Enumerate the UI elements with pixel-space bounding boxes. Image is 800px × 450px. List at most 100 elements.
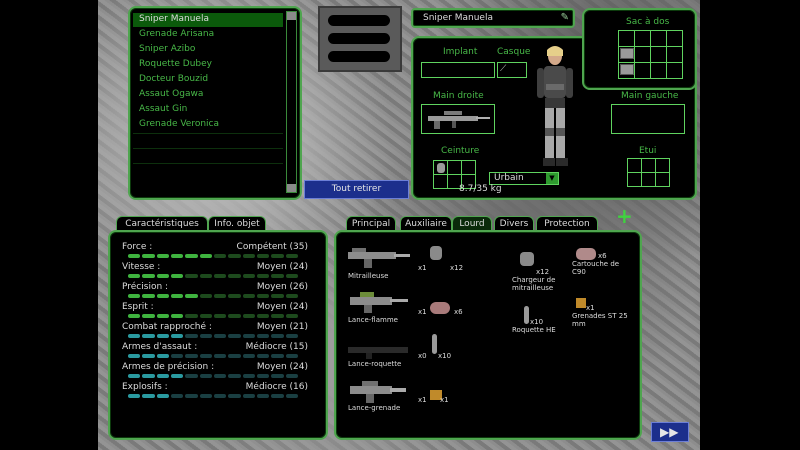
stat-bar — [128, 314, 298, 318]
backpack-cell[interactable] — [667, 31, 683, 47]
roster-item[interactable]: Assaut Gin — [133, 103, 283, 117]
tab-principal[interactable]: Principal — [346, 216, 396, 231]
stat-rating: Médiocre (16) — [245, 382, 308, 392]
store-panel: Mitrailleuse x1 x12 Lance-flamme x1 x6 L… — [334, 230, 642, 440]
backpack-cell[interactable] — [635, 63, 651, 79]
roster-item-label: Docteur Bouzid — [139, 74, 209, 84]
stat-bar — [128, 354, 298, 358]
ammo-count: x6 — [454, 308, 463, 316]
backpack-cell[interactable] — [619, 31, 635, 47]
st-grenade-icon[interactable] — [576, 298, 586, 308]
holster-cell[interactable] — [656, 173, 670, 187]
next-arrow-button[interactable]: ▶▶ — [651, 422, 689, 442]
stat-bar — [128, 294, 298, 298]
scroll-down-icon[interactable] — [287, 184, 296, 192]
backpack-cell[interactable] — [651, 31, 667, 47]
roster-item[interactable]: Sniper Azibo — [133, 43, 283, 57]
roster-scrollbar[interactable] — [286, 11, 297, 193]
add-plus-icon[interactable]: + — [616, 206, 633, 226]
backpack-label: Sac à dos — [626, 17, 670, 27]
backpack-cell[interactable] — [667, 47, 683, 63]
grenade-launcher-icon[interactable] — [346, 378, 412, 404]
holster-cell[interactable] — [656, 159, 670, 173]
stat-name: Esprit : — [122, 302, 154, 312]
backpack-cell[interactable] — [635, 31, 651, 47]
holster-cell[interactable] — [642, 173, 656, 187]
holster-cell[interactable] — [628, 159, 642, 173]
backpack-cell[interactable] — [635, 47, 651, 63]
misc-item-count: x1 — [586, 304, 595, 312]
stat-bar — [128, 374, 298, 378]
tab-misc[interactable]: Divers — [494, 216, 534, 231]
weapon-name: Lance-roquette — [348, 360, 402, 368]
implant-slot[interactable] — [421, 62, 495, 78]
left-hand-slot[interactable] — [611, 104, 685, 134]
strip-all-button[interactable]: Tout retirer — [304, 180, 409, 199]
flamethrower-icon[interactable] — [346, 288, 412, 314]
weapon-name: Lance-flamme — [348, 316, 398, 324]
stat-rating: Moyen (26) — [256, 282, 308, 292]
belt-cell[interactable] — [434, 175, 448, 189]
right-hand-slot[interactable] — [421, 104, 495, 134]
roster-item-label: Assaut Gin — [139, 104, 188, 114]
stat-name: Explosifs : — [122, 382, 168, 392]
holster-cell[interactable] — [642, 159, 656, 173]
holster-cell[interactable] — [628, 173, 642, 187]
sniper-rifle-icon — [428, 111, 490, 129]
stat-rating: Moyen (24) — [256, 302, 308, 312]
rocket-launcher-icon[interactable] — [346, 340, 412, 360]
menu-button[interactable] — [328, 51, 390, 62]
ammo-clip-icon[interactable] — [620, 64, 634, 75]
roster-item-label: Sniper Azibo — [139, 44, 196, 54]
stat-rating: Médiocre (15) — [245, 342, 308, 352]
weapon-count: x1 — [418, 396, 427, 404]
menu-button-panel — [318, 6, 402, 72]
fuel-tank-icon[interactable] — [430, 302, 450, 314]
scroll-up-icon[interactable] — [287, 12, 296, 20]
stat-bar — [128, 254, 298, 258]
backpack-cell[interactable] — [651, 63, 667, 79]
tab-characteristics[interactable]: Caractéristiques — [116, 216, 208, 231]
roster-item[interactable]: Roquette Dubey — [133, 58, 283, 72]
he-rocket-icon[interactable] — [524, 306, 529, 324]
belt-cell[interactable] — [434, 161, 448, 175]
backpack-cell[interactable] — [651, 47, 667, 63]
magazine-icon[interactable] — [430, 246, 442, 260]
roster-item[interactable]: Sniper Manuela — [133, 13, 283, 27]
menu-button[interactable] — [328, 33, 390, 44]
menu-button[interactable] — [328, 15, 390, 26]
roster-item-label: Grenade Veronica — [139, 119, 220, 129]
weapon-count: x0 — [418, 352, 427, 360]
weapon-count: x1 — [418, 308, 427, 316]
roster-item-label: Roquette Dubey — [139, 59, 212, 69]
backpack-cell[interactable] — [667, 63, 683, 79]
rocket-icon[interactable] — [432, 334, 437, 354]
roster-item[interactable]: Docteur Bouzid — [133, 73, 283, 87]
tab-item-info[interactable]: Info. objet — [208, 216, 266, 231]
tab-heavy[interactable]: Lourd — [452, 216, 492, 231]
mg-magazine-icon[interactable] — [520, 252, 534, 266]
machine-gun-icon[interactable] — [346, 244, 412, 270]
misc-item-count: x6 — [598, 252, 607, 260]
left-hand-label: Main gauche — [621, 91, 679, 101]
belt-cell[interactable] — [448, 161, 462, 175]
double-arrow-right-icon: ▶▶ — [660, 425, 679, 439]
roster-item[interactable]: Grenade Arisana — [133, 28, 283, 42]
ammo-item-name: Chargeur de mitrailleuse — [512, 276, 556, 292]
ammo-clip-icon[interactable] — [620, 48, 634, 59]
holster-grid[interactable] — [627, 158, 670, 187]
chevron-down-icon[interactable]: ▼ — [546, 173, 558, 184]
rename-pencil-icon[interactable]: ✎ — [561, 12, 569, 23]
helmet-slot[interactable]: ⟋ — [497, 62, 527, 78]
roster-item[interactable]: Assaut Ogawa — [133, 88, 283, 102]
tab-protection[interactable]: Protection — [536, 216, 598, 231]
tab-auxiliary[interactable]: Auxiliaire — [400, 216, 452, 231]
stat-bar — [128, 334, 298, 338]
helmet-item-icon: ⟋ — [500, 64, 507, 74]
stat-name: Force : — [122, 242, 153, 252]
ammo-count: x12 — [450, 264, 464, 272]
right-hand-label: Main droite — [433, 91, 484, 101]
belt-cell[interactable] — [462, 161, 476, 175]
roster-item[interactable]: Grenade Veronica — [133, 118, 283, 132]
c90-cartridge-icon[interactable] — [576, 248, 596, 260]
